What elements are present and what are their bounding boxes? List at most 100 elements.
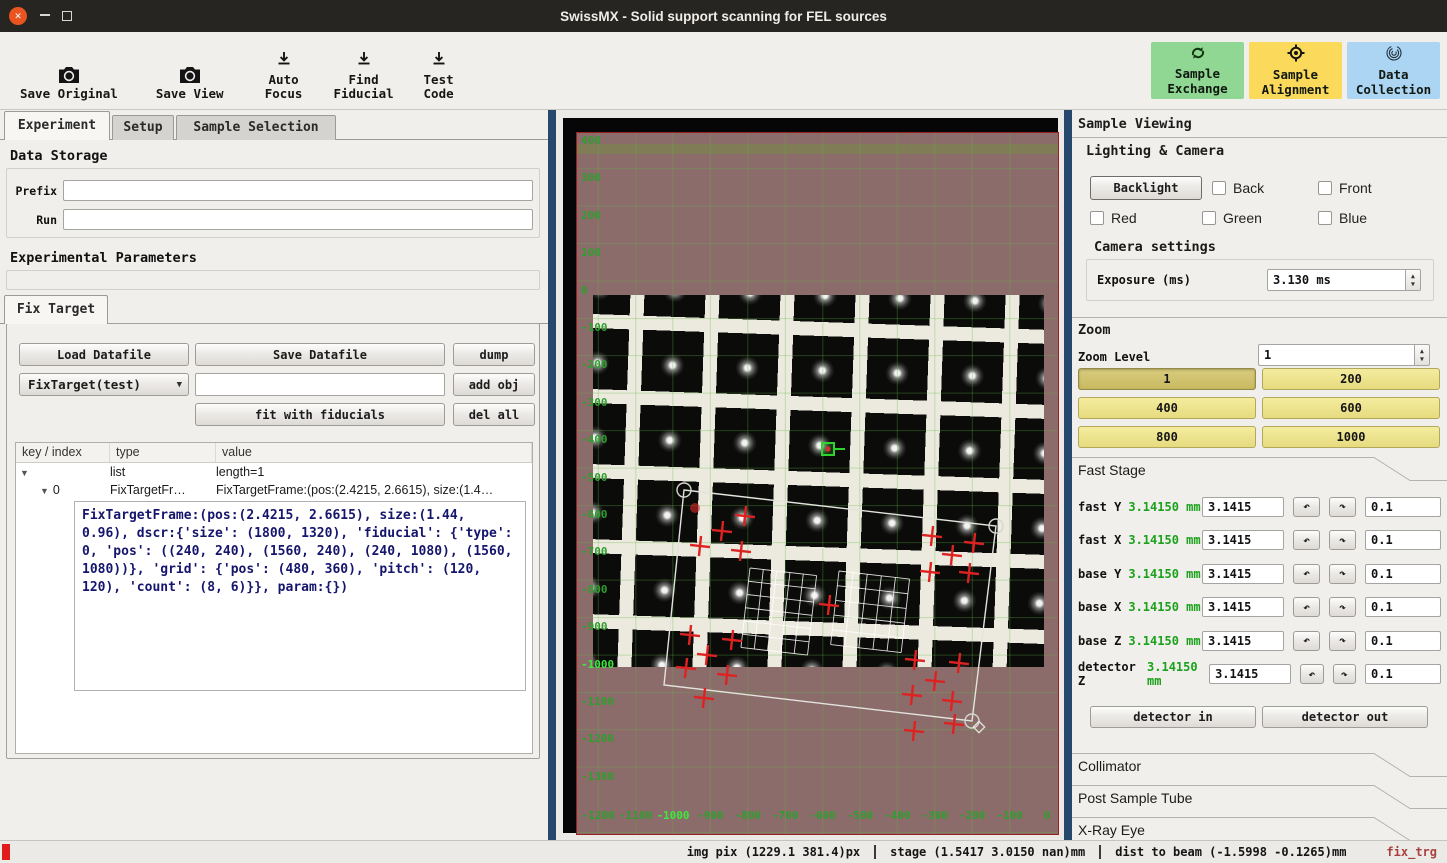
axis-target-input[interactable] [1202, 497, 1284, 517]
axis-step-input[interactable] [1365, 564, 1441, 584]
nudge-up-icon[interactable]: ↶ [1293, 564, 1320, 584]
zoom-level-input[interactable] [1258, 344, 1414, 366]
detector-in-button[interactable]: detector in [1090, 706, 1256, 728]
mode-buttons: Sample Exchange Sample Alignment Data Co… [1151, 42, 1440, 99]
backlight-button[interactable]: Backlight [1090, 176, 1202, 200]
fixtarget-combobox[interactable]: FixTarget(test) ▼ [19, 373, 189, 396]
sample-alignment-button[interactable]: Sample Alignment [1249, 42, 1342, 99]
nudge-down-icon[interactable]: ↷ [1329, 597, 1356, 617]
section-x-ray-eye[interactable]: X-Ray Eye [1078, 822, 1145, 838]
data-collection-button[interactable]: Data Collection [1347, 42, 1440, 99]
maximize-button-icon[interactable] [62, 11, 72, 21]
nudge-down-icon[interactable]: ↷ [1333, 664, 1356, 684]
test-code-button[interactable]: Test Code [410, 40, 468, 102]
img-pix-readout: img pix (1229.1 381.4)px [687, 845, 860, 859]
nudge-down-icon[interactable]: ↷ [1329, 631, 1356, 651]
nudge-up-icon[interactable]: ↶ [1293, 631, 1320, 651]
auto-focus-button[interactable]: Auto Focus [252, 40, 316, 102]
sample-exchange-button[interactable]: Sample Exchange [1151, 42, 1244, 99]
spin-arrows-icon[interactable]: ▲▼ [1414, 344, 1430, 366]
tab-experiment[interactable]: Experiment [4, 111, 110, 140]
zoom-preset-button-800[interactable]: 800 [1078, 426, 1256, 448]
download-icon [356, 47, 372, 73]
checkbox-label: Green [1223, 210, 1262, 226]
expand-icon[interactable]: ▼ [40, 486, 49, 496]
experimental-parameters-title: Experimental Parameters [10, 250, 197, 266]
axis-step-input[interactable] [1365, 664, 1441, 684]
detector-out-button[interactable]: detector out [1262, 706, 1428, 728]
divider [1072, 317, 1447, 318]
section-post-sample-tube[interactable]: Post Sample Tube [1078, 790, 1192, 806]
plot-area[interactable]: 4003002001000-100-200-300-400-500-600-70… [577, 133, 1058, 834]
nudge-up-icon[interactable]: ↶ [1293, 497, 1320, 517]
del-all-button[interactable]: del all [453, 403, 535, 426]
toolbar-label: Find Fiducial [332, 73, 396, 102]
axis-target-input[interactable] [1202, 564, 1284, 584]
load-datafile-button[interactable]: Load Datafile [19, 343, 189, 366]
x-tick-label: -1200 [582, 809, 615, 822]
exposure-input[interactable] [1267, 269, 1405, 291]
splitter-left[interactable] [548, 110, 556, 840]
spin-arrows-icon[interactable]: ▲▼ [1405, 269, 1421, 291]
axis-target-input[interactable] [1202, 530, 1284, 550]
save-datafile-button[interactable]: Save Datafile [195, 343, 445, 366]
splitter-right[interactable] [1064, 110, 1072, 840]
zoom-preset-button-200[interactable]: 200 [1262, 368, 1440, 390]
zoom-preset-button-400[interactable]: 400 [1078, 397, 1256, 419]
axis-readout: 3.14150 mm [1147, 660, 1209, 688]
save-original-button[interactable]: Save Original [12, 40, 126, 102]
tab-sample-selection[interactable]: Sample Selection [176, 115, 336, 140]
camera-viewport[interactable]: 4003002001000-100-200-300-400-500-600-70… [576, 132, 1059, 835]
axis-step-input[interactable] [1365, 530, 1441, 550]
fast-stage-row: base Z3.14150 mm↶↷ [1078, 624, 1441, 658]
checkbox-front[interactable]: Front [1318, 180, 1372, 196]
frame-detail-text[interactable]: FixTargetFrame:(pos:(2.4215, 2.6615), si… [74, 501, 526, 691]
axis-target-input[interactable] [1202, 631, 1284, 651]
nudge-down-icon[interactable]: ↷ [1329, 497, 1356, 517]
zoom-preset-button-600[interactable]: 600 [1262, 397, 1440, 419]
plot-top-band [577, 144, 1058, 154]
expand-icon[interactable]: ▼ [20, 468, 29, 478]
save-view-button[interactable]: Save View [148, 40, 232, 102]
prefix-input[interactable] [63, 180, 533, 201]
nudge-down-icon[interactable]: ↷ [1329, 530, 1356, 550]
find-fiducial-button[interactable]: Find Fiducial [324, 40, 404, 102]
statusbar: img pix (1229.1 381.4)px stage (1.5417 3… [0, 840, 1447, 863]
tab-fix-target[interactable]: Fix Target [4, 295, 108, 324]
nudge-up-icon[interactable]: ↶ [1300, 664, 1323, 684]
axis-step-input[interactable] [1365, 497, 1441, 517]
zoom-preset-button-1[interactable]: 1 [1078, 368, 1256, 390]
axis-target-input[interactable] [1202, 597, 1284, 617]
table-row[interactable]: ▼0 FixTargetFr… FixTargetFrame:(pos:(2.4… [16, 481, 532, 499]
checkbox-green[interactable]: Green [1202, 210, 1262, 226]
prefix-label: Prefix [13, 184, 57, 198]
section-collimator[interactable]: Collimator [1078, 758, 1141, 774]
x-tick-label: -700 [772, 809, 799, 822]
nudge-up-icon[interactable]: ↶ [1293, 597, 1320, 617]
camera-image [593, 295, 1044, 667]
run-input[interactable] [63, 209, 533, 230]
table-row[interactable]: ▼ list length=1 [16, 463, 532, 481]
minimize-button-icon[interactable] [40, 14, 50, 16]
fingerprint-icon [1385, 44, 1403, 65]
object-name-input[interactable] [195, 373, 445, 396]
checkbox-back[interactable]: Back [1212, 180, 1264, 196]
zoom-preset-button-1000[interactable]: 1000 [1262, 426, 1440, 448]
fast-stage-title[interactable]: Fast Stage [1078, 462, 1146, 478]
nudge-down-icon[interactable]: ↷ [1329, 564, 1356, 584]
tab-setup[interactable]: Setup [112, 115, 174, 140]
nudge-up-icon[interactable]: ↶ [1293, 530, 1320, 550]
add-obj-button[interactable]: add obj [453, 373, 535, 396]
toolbar-label: Save View [156, 87, 224, 101]
fit-with-fiducials-button[interactable]: fit with fiducials [195, 403, 445, 426]
camera-icon [178, 61, 202, 87]
axis-target-input[interactable] [1209, 664, 1291, 684]
close-button-icon[interactable]: ✕ [9, 7, 27, 25]
axis-step-input[interactable] [1365, 597, 1441, 617]
checkbox-blue[interactable]: Blue [1318, 210, 1367, 226]
divider [874, 845, 876, 859]
titlebar: ✕ SwissMX - Solid support scanning for F… [0, 0, 1447, 32]
axis-step-input[interactable] [1365, 631, 1441, 651]
checkbox-red[interactable]: Red [1090, 210, 1137, 226]
dump-button[interactable]: dump [453, 343, 535, 366]
